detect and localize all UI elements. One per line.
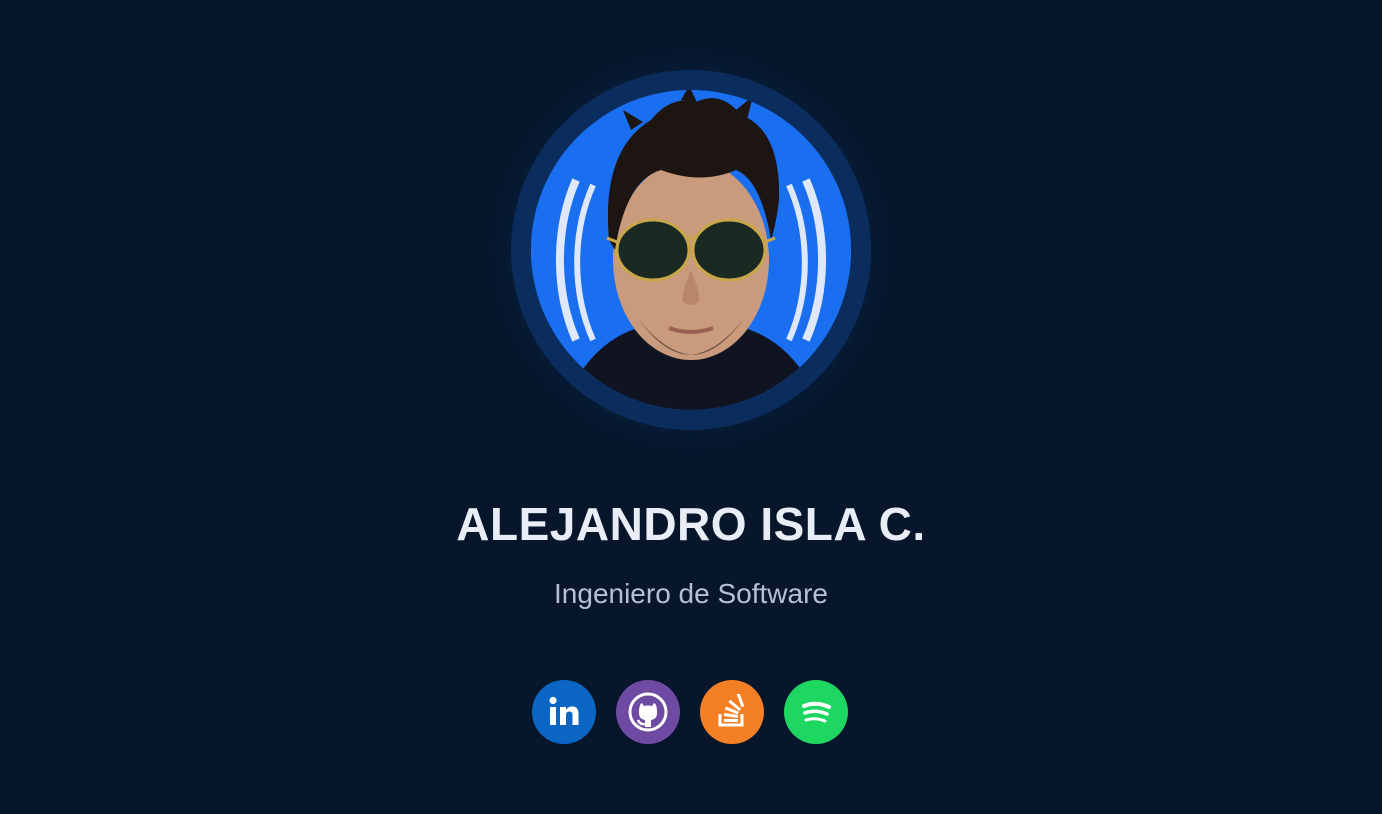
linkedin-icon xyxy=(549,696,579,725)
avatar-ring xyxy=(511,70,871,430)
profile-title: Ingeniero de Software xyxy=(554,578,828,609)
profile-name: ALEJANDRO ISLA C. xyxy=(456,498,926,550)
social-links xyxy=(532,680,848,744)
github-icon xyxy=(628,692,668,732)
profile-page: ALEJANDRO ISLA C. Ingeniero de Software xyxy=(0,0,1382,814)
avatar xyxy=(531,90,851,410)
linkedin-link[interactable] xyxy=(532,680,596,744)
stackoverflow-icon xyxy=(718,694,745,727)
spotify-icon xyxy=(802,701,831,723)
stackoverflow-link[interactable] xyxy=(700,680,764,744)
github-link[interactable] xyxy=(616,680,680,744)
avatar-photo xyxy=(531,90,851,410)
spotify-link[interactable] xyxy=(784,680,848,744)
